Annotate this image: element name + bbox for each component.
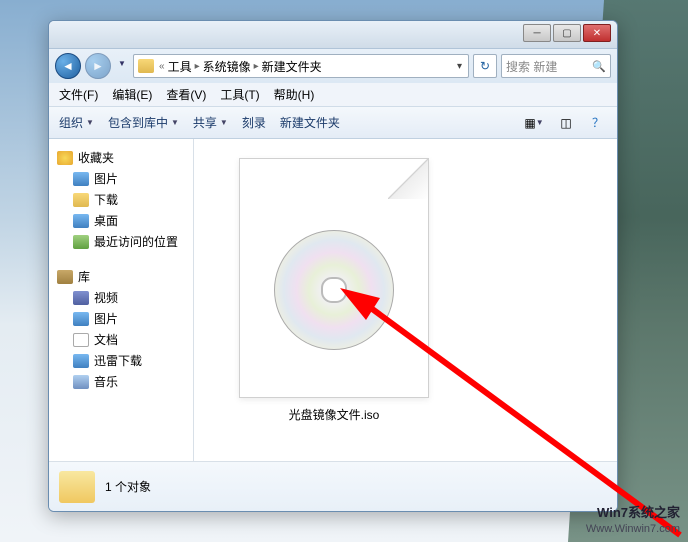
preview-pane-button[interactable]: ◫ — [557, 114, 575, 132]
sidebar-favorites-header[interactable]: 收藏夹 — [53, 147, 189, 168]
menu-help[interactable]: 帮助(H) — [274, 86, 315, 103]
menu-edit[interactable]: 编辑(E) — [112, 86, 152, 103]
desktop-icon — [73, 214, 89, 228]
split-pane: 收藏夹 图片 下载 桌面 最近访问的位置 库 视频 图片 文档 迅雷下载 音乐 — [49, 139, 617, 461]
sidebar-item-documents[interactable]: 文档 — [53, 329, 189, 350]
library-icon — [57, 270, 73, 284]
downloads-icon — [73, 193, 89, 207]
file-name-label: 光盘镜像文件.iso — [289, 406, 380, 423]
close-button[interactable]: ✕ — [583, 24, 611, 42]
file-thumbnail — [239, 158, 429, 398]
toolbar: 组织▼ 包含到库中▼ 共享▼ 刻录 新建文件夹 ▦▼ ◫ ？ — [49, 107, 617, 139]
sidebar-item-xunlei[interactable]: 迅雷下载 — [53, 350, 189, 371]
folder-icon — [138, 59, 154, 73]
sidebar-item-videos[interactable]: 视频 — [53, 287, 189, 308]
breadcrumb-item[interactable]: 系统镜像 — [201, 58, 253, 75]
explorer-window: ─ ▢ ✕ ◄ ► ▼ « 工具 ▸ 系统镜像 ▸ 新建文件夹 ▾ ↻ 搜索 新… — [48, 20, 618, 512]
toolbar-new-folder[interactable]: 新建文件夹 — [280, 114, 340, 131]
toolbar-share[interactable]: 共享▼ — [193, 114, 228, 131]
nav-sidebar: 收藏夹 图片 下载 桌面 最近访问的位置 库 视频 图片 文档 迅雷下载 音乐 — [49, 139, 194, 461]
chevron-right-icon: ▸ — [194, 61, 201, 72]
folder-thumb-icon — [59, 471, 95, 503]
address-bar[interactable]: « 工具 ▸ 系统镜像 ▸ 新建文件夹 ▾ — [133, 54, 469, 78]
menu-file[interactable]: 文件(F) — [59, 86, 98, 103]
document-icon — [73, 333, 89, 347]
status-bar: 1 个对象 — [49, 461, 617, 511]
pictures-icon — [73, 312, 89, 326]
nav-forward-button[interactable]: ► — [85, 53, 111, 79]
chevron-right-icon: ▸ — [253, 61, 260, 72]
breadcrumb-prefix: « — [158, 61, 166, 72]
view-options-button[interactable]: ▦▼ — [525, 114, 543, 132]
xunlei-icon — [73, 354, 89, 368]
sidebar-item-pictures-lib[interactable]: 图片 — [53, 308, 189, 329]
toolbar-include-library[interactable]: 包含到库中▼ — [108, 114, 179, 131]
refresh-button[interactable]: ↻ — [473, 54, 497, 78]
file-list-pane[interactable]: 光盘镜像文件.iso — [194, 139, 617, 461]
sidebar-item-pictures[interactable]: 图片 — [53, 168, 189, 189]
search-input[interactable]: 搜索 新建 🔍 — [501, 54, 611, 78]
music-icon — [73, 375, 89, 389]
toolbar-organize[interactable]: 组织▼ — [59, 114, 94, 131]
menu-view[interactable]: 查看(V) — [166, 86, 206, 103]
video-icon — [73, 291, 89, 305]
file-item-iso[interactable]: 光盘镜像文件.iso — [224, 153, 444, 428]
sidebar-item-recent[interactable]: 最近访问的位置 — [53, 231, 189, 252]
search-icon: 🔍 — [592, 60, 606, 73]
window-controls: ─ ▢ ✕ — [523, 24, 611, 42]
sidebar-item-desktop[interactable]: 桌面 — [53, 210, 189, 231]
sidebar-item-music[interactable]: 音乐 — [53, 371, 189, 392]
nav-history-dropdown[interactable]: ▼ — [115, 59, 129, 73]
star-icon — [57, 151, 73, 165]
address-row: ◄ ► ▼ « 工具 ▸ 系统镜像 ▸ 新建文件夹 ▾ ↻ 搜索 新建 🔍 — [49, 49, 617, 83]
recent-icon — [73, 235, 89, 249]
minimize-button[interactable]: ─ — [523, 24, 551, 42]
status-object-count: 1 个对象 — [105, 478, 151, 495]
toolbar-burn[interactable]: 刻录 — [242, 114, 266, 131]
breadcrumb-item[interactable]: 工具 — [166, 58, 194, 75]
disc-icon — [274, 230, 394, 350]
menu-bar: 文件(F) 编辑(E) 查看(V) 工具(T) 帮助(H) — [49, 83, 617, 107]
sidebar-libraries-header[interactable]: 库 — [53, 266, 189, 287]
address-dropdown[interactable]: ▾ — [455, 61, 464, 72]
menu-tools[interactable]: 工具(T) — [220, 86, 259, 103]
maximize-button[interactable]: ▢ — [553, 24, 581, 42]
nav-back-button[interactable]: ◄ — [55, 53, 81, 79]
help-button[interactable]: ？ — [589, 114, 607, 132]
breadcrumb-item[interactable]: 新建文件夹 — [260, 58, 324, 75]
sidebar-item-downloads[interactable]: 下载 — [53, 189, 189, 210]
search-placeholder: 搜索 新建 — [506, 58, 557, 75]
watermark: Win7系统之家 Www.Winwin7.com — [586, 505, 680, 536]
pictures-icon — [73, 172, 89, 186]
